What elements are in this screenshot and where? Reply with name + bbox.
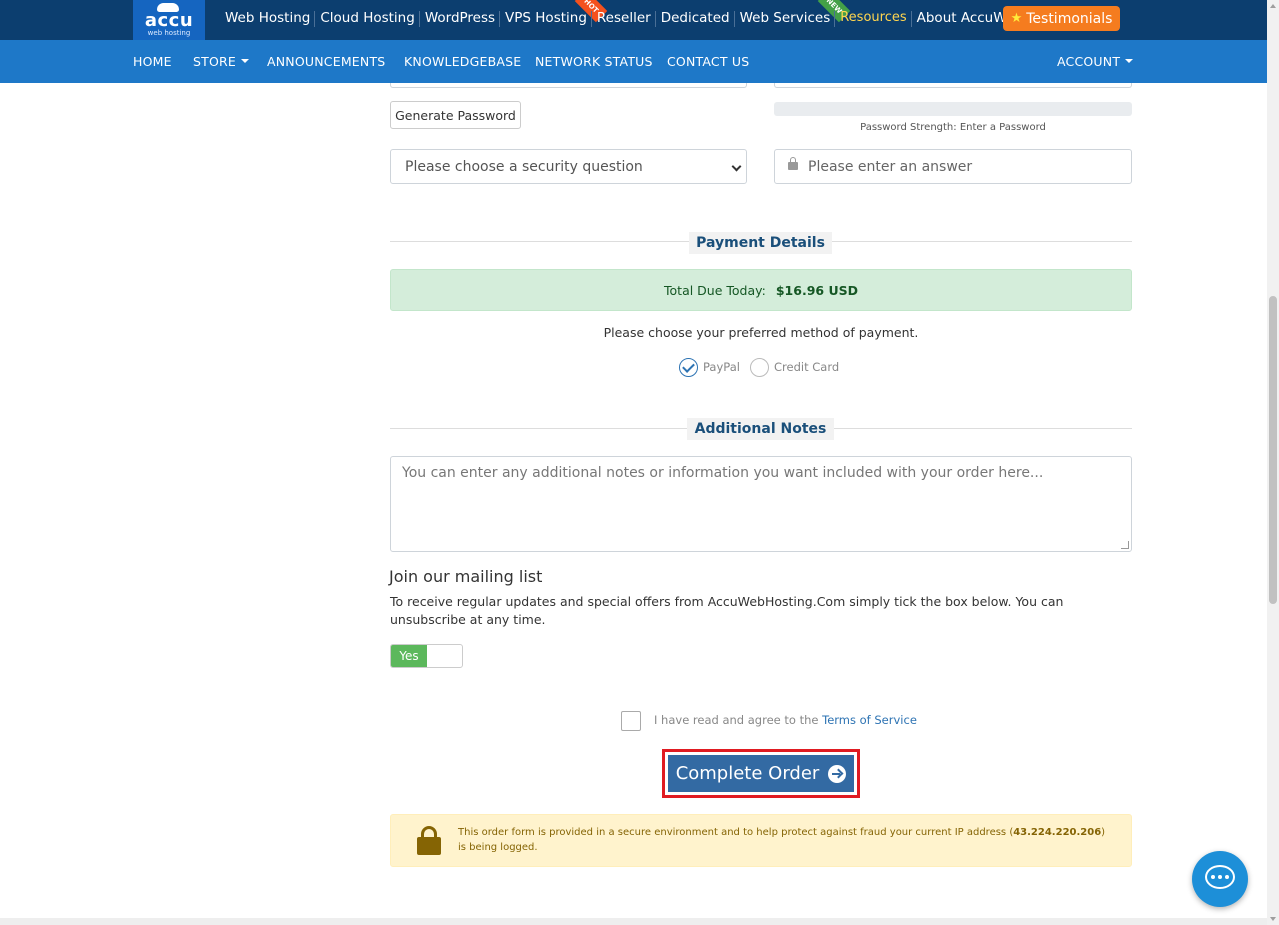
mailing-list-title: Join our mailing list <box>389 567 543 586</box>
mailing-list-text: To receive regular updates and special o… <box>390 594 1064 627</box>
lock-icon <box>788 157 798 170</box>
caret-down-icon <box>241 59 249 63</box>
password-strength-bar <box>774 102 1132 116</box>
nav-contact-us[interactable]: CONTACT US <box>667 40 749 83</box>
footer-edge <box>0 918 1267 925</box>
security-question-select[interactable]: Please choose a security question <box>390 149 747 184</box>
arrow-right-circle-icon <box>828 764 847 783</box>
toplink-cloud-hosting[interactable]: Cloud Hosting <box>315 0 421 36</box>
cloud-icon <box>157 3 179 12</box>
logo-word: accu <box>144 10 194 31</box>
toplink-vps-hosting-label: VPS Hosting <box>505 10 587 26</box>
star-icon: ★ <box>1010 11 1023 26</box>
nav-announcements[interactable]: ANNOUNCEMENTS <box>267 40 385 83</box>
tos-prefix: I have read and agree to the <box>654 713 819 727</box>
nav-home[interactable]: HOME <box>133 40 172 83</box>
complete-order-label: Complete Order <box>675 763 820 784</box>
tos-checkbox[interactable] <box>621 711 641 731</box>
logo-subtitle: web hosting <box>147 29 191 37</box>
toplink-web-services[interactable]: Web Services NEW <box>735 0 851 36</box>
testimonials-label: Testimonials <box>1026 10 1113 27</box>
notes-placeholder: You can enter any additional notes or in… <box>402 465 1044 481</box>
toplink-vps-hosting[interactable]: VPS Hosting HOT <box>500 0 608 36</box>
nav-knowledgebase[interactable]: KNOWLEDGEBASE <box>404 40 521 83</box>
lock-icon <box>417 826 441 855</box>
nav-store-label: STORE <box>193 54 236 69</box>
total-due-label: Total Due Today: <box>664 282 766 298</box>
payment-details-title: Payment Details <box>689 232 832 254</box>
additional-notes-title: Additional Notes <box>687 418 834 440</box>
total-due-amount: $16.96 USD <box>775 282 858 298</box>
password-field[interactable] <box>390 83 747 88</box>
secure-text-before: This order form is provided in a secure … <box>458 827 1014 838</box>
nav-account[interactable]: ACCOUNT <box>1057 40 1134 83</box>
toplink-web-hosting[interactable]: Web Hosting <box>220 0 316 36</box>
complete-order-button[interactable]: Complete Order <box>668 755 854 792</box>
generate-password-button[interactable]: Generate Password <box>390 101 521 129</box>
security-question-value: Please choose a security question <box>405 158 643 175</box>
nav-account-label: ACCOUNT <box>1057 54 1121 69</box>
toplink-dedicated[interactable]: Dedicated <box>656 0 735 36</box>
complete-order-highlight: Complete Order <box>662 749 860 798</box>
scroll-down-icon[interactable] <box>1270 917 1276 921</box>
toggle-yes-label: Yes <box>391 645 427 667</box>
toplink-resources[interactable]: Resources <box>835 0 913 36</box>
tos-text: I have read and agree to the Terms of Se… <box>654 713 917 727</box>
toplink-wordpress[interactable]: WordPress <box>420 0 501 36</box>
confirm-password-field[interactable] <box>774 83 1132 88</box>
testimonials-button[interactable]: ★ Testimonials <box>1003 6 1120 31</box>
top-bar: accu web hosting Web Hosting Cloud Hosti… <box>0 0 1267 40</box>
scroll-thumb[interactable] <box>1269 296 1277 604</box>
additional-notes-textarea[interactable]: You can enter any additional notes or in… <box>390 456 1132 552</box>
main-navbar: HOME STORE ANNOUNCEMENTS KNOWLEDGEBASE N… <box>0 40 1267 83</box>
page-scrollbar[interactable] <box>1267 0 1279 925</box>
scroll-up-icon[interactable] <box>1270 4 1276 8</box>
paypal-label[interactable]: PayPal <box>703 360 740 374</box>
toplink-reseller[interactable]: Reseller <box>592 0 656 36</box>
credit-card-radio[interactable] <box>750 358 769 377</box>
mailing-list-toggle[interactable]: Yes <box>390 644 463 668</box>
chat-button[interactable] <box>1192 851 1248 907</box>
chat-dots-icon <box>1211 875 1229 879</box>
security-answer-input[interactable]: Please enter an answer <box>774 149 1132 184</box>
top-links: Web Hosting Cloud Hosting WordPress VPS … <box>220 0 1028 36</box>
secure-notice-text: This order form is provided in a secure … <box>458 825 1108 855</box>
chevron-down-icon <box>731 161 742 172</box>
nav-store[interactable]: STORE <box>193 40 249 83</box>
secure-notice: This order form is provided in a secure … <box>390 814 1132 867</box>
resize-handle-icon[interactable] <box>1121 541 1129 549</box>
security-answer-placeholder: Please enter an answer <box>808 158 973 175</box>
toplink-web-services-label: Web Services <box>739 10 831 26</box>
total-due-box: Total Due Today: $16.96 USD <box>390 269 1132 311</box>
tos-link[interactable]: Terms of Service <box>822 713 917 727</box>
logo[interactable]: accu web hosting <box>133 0 205 40</box>
ip-address: 43.224.220.206 <box>1013 827 1102 838</box>
nav-network-status[interactable]: NETWORK STATUS <box>535 40 653 83</box>
caret-down-icon <box>1125 59 1134 63</box>
password-strength-text: Password Strength: Enter a Password <box>860 122 1046 133</box>
paypal-radio[interactable] <box>679 358 698 377</box>
credit-card-label[interactable]: Credit Card <box>774 360 839 374</box>
payment-method-prompt: Please choose your preferred method of p… <box>603 325 919 340</box>
